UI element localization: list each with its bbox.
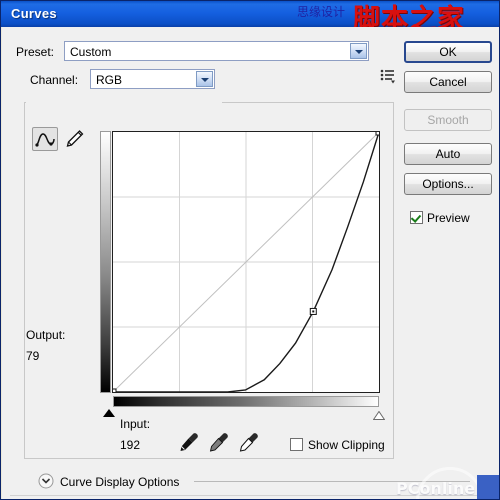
set-gray-point-eyedropper-icon[interactable] [208,431,230,453]
chevron-down-icon[interactable] [196,71,213,87]
chevron-down-icon[interactable] [38,473,54,489]
watermark-brand: PConline [396,479,476,498]
pencil-draw-tool-icon[interactable] [62,127,86,151]
curve-control-point[interactable] [113,388,117,392]
curve-graph[interactable] [112,131,380,393]
groupbox-label-gap [26,95,222,111]
preview-label: Preview [427,211,470,225]
show-clipping-checkbox[interactable] [290,438,303,451]
preset-label: Preset: [16,45,55,59]
cancel-button[interactable]: Cancel [404,71,492,93]
ok-button[interactable]: OK [404,41,492,63]
preset-dropdown[interactable]: Custom [64,41,369,61]
output-gradient-bar [100,131,111,393]
dialog-title: Curves [11,6,57,21]
channel-value: RGB [96,73,123,87]
desktop-corner [477,475,499,499]
curve-display-options-label[interactable]: Curve Display Options [60,475,179,489]
show-clipping-label: Show Clipping [308,438,385,452]
options-button[interactable]: Options... [404,173,492,195]
input-gradient-bar [113,396,379,407]
chevron-down-icon[interactable] [350,43,367,59]
channel-label: Channel: [30,73,79,87]
set-white-point-eyedropper-icon[interactable] [238,431,260,453]
smooth-button: Smooth [404,109,492,131]
auto-button[interactable]: Auto [404,143,492,165]
output-label: Output: [26,328,66,342]
set-black-point-eyedropper-icon[interactable] [178,431,200,453]
curve-point-tool-icon[interactable] [32,127,58,151]
dialog-body: Preset: Custom Channel: RGB Output: 79 I… [2,27,499,499]
watermark-title-cn: 思缘设计 [297,5,346,19]
curve-plot[interactable] [113,132,379,392]
input-value: 192 [120,438,141,452]
curves-dialog: Curves 思缘设计 脚本之家 www.jb51.net Preset: Cu… [0,0,500,500]
black-input-marker[interactable] [103,409,115,417]
output-value: 79 [26,349,40,363]
preset-value: Custom [70,45,112,59]
channel-dropdown[interactable]: RGB [90,69,215,89]
selected-control-point-dot [312,310,315,313]
curve-control-point[interactable] [375,132,379,136]
preview-checkbox[interactable] [410,211,423,224]
preset-options-icon[interactable] [380,69,396,84]
white-input-marker[interactable] [372,409,386,420]
input-label: Input: [120,417,151,431]
title-bar[interactable]: Curves 思缘设计 脚本之家 [1,1,499,35]
